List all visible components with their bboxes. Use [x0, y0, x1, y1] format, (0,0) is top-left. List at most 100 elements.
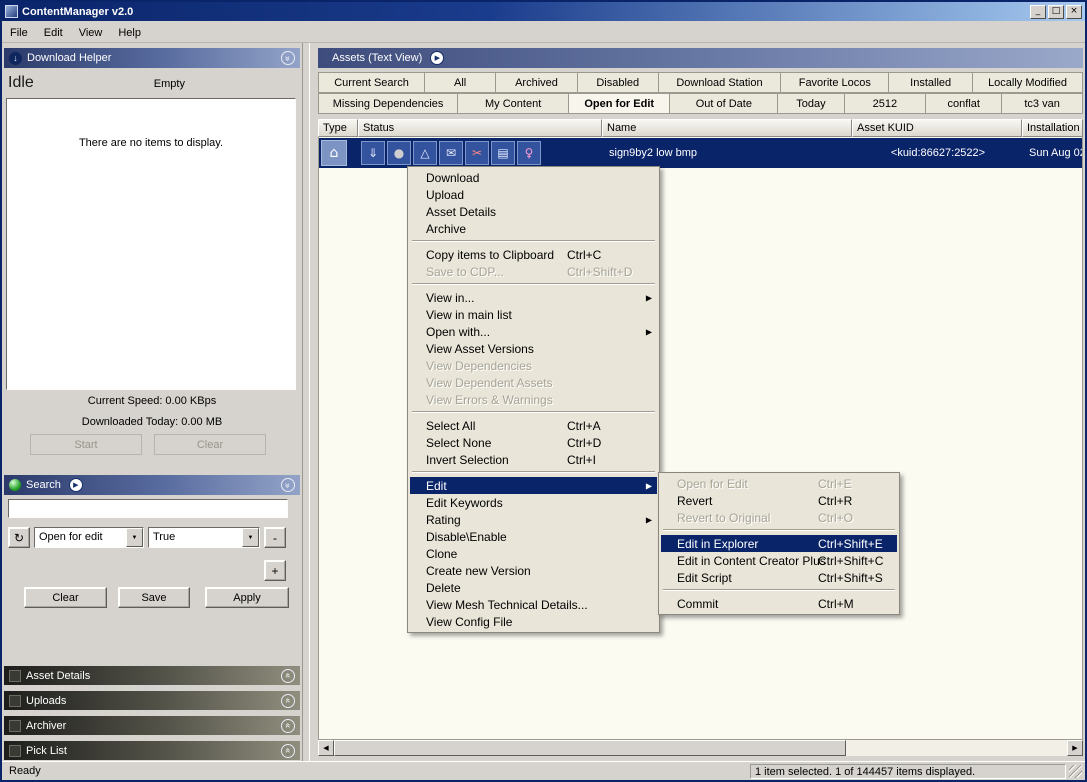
- asset-details-panel-header[interactable]: Asset Details »: [4, 666, 300, 685]
- menu-item-archive[interactable]: Archive: [410, 220, 657, 237]
- column-type[interactable]: Type: [318, 119, 358, 137]
- horizontal-scrollbar[interactable]: ◀ ▶: [318, 740, 1083, 756]
- clear-downloads-button[interactable]: Clear: [154, 434, 266, 455]
- chevron-double-up-icon[interactable]: »: [281, 694, 295, 708]
- submenu-item-edit-in-explorer[interactable]: Edit in Explorer Ctrl+Shift+E: [661, 535, 897, 552]
- menu-edit[interactable]: Edit: [36, 24, 71, 42]
- submenu-item-open-for-edit[interactable]: Open for Edit Ctrl+E: [661, 475, 897, 492]
- download-list[interactable]: There are no items to display.: [6, 98, 296, 390]
- search-clear-button[interactable]: Clear: [24, 587, 107, 608]
- submenu-item-edit-script[interactable]: Edit Script Ctrl+Shift+S: [661, 569, 897, 586]
- menu-item-copy-to-clipboard[interactable]: Copy items to Clipboard Ctrl+C: [410, 246, 657, 263]
- search-value-select[interactable]: True ▼: [148, 527, 260, 548]
- uploads-panel-header[interactable]: Uploads »: [4, 691, 300, 710]
- menu-item-edit[interactable]: Edit ▶: [410, 477, 657, 494]
- tab-today[interactable]: Today: [778, 93, 844, 114]
- tab-download-station[interactable]: Download Station: [659, 72, 782, 93]
- tab-favorite-locos[interactable]: Favorite Locos: [781, 72, 889, 93]
- menu-item-view-in[interactable]: View in... ▶: [410, 289, 657, 306]
- menu-item-view-in-main-list[interactable]: View in main list: [410, 306, 657, 323]
- menu-item-create-new-version[interactable]: Create new Version: [410, 562, 657, 579]
- search-panel-header[interactable]: Search ▶ »: [4, 475, 300, 495]
- chevron-double-up-icon[interactable]: »: [281, 744, 295, 758]
- scrollbar-track[interactable]: [846, 740, 1067, 756]
- column-installation-time[interactable]: Installation Time: [1022, 119, 1083, 137]
- play-icon[interactable]: ▶: [69, 478, 83, 492]
- remove-criteria-button[interactable]: -: [264, 527, 286, 548]
- menu-item-select-none[interactable]: Select None Ctrl+D: [410, 434, 657, 451]
- tab-current-search[interactable]: Current Search: [318, 72, 425, 93]
- downloaded-today: Downloaded Today: 0.00 MB: [2, 416, 302, 428]
- search-history-button[interactable]: ↻: [8, 527, 30, 548]
- maximize-button[interactable]: □: [1048, 5, 1064, 19]
- tab-all[interactable]: All: [425, 72, 496, 93]
- start-button[interactable]: Start: [30, 434, 142, 455]
- column-asset-kuid[interactable]: Asset KUID: [852, 119, 1022, 137]
- tab-my-content[interactable]: My Content: [458, 93, 569, 114]
- menu-item-delete[interactable]: Delete: [410, 579, 657, 596]
- menu-item-upload[interactable]: Upload: [410, 186, 657, 203]
- menu-item-save-to-cdp[interactable]: Save to CDP... Ctrl+Shift+D: [410, 263, 657, 280]
- archiver-panel-header[interactable]: Archiver »: [4, 716, 300, 735]
- tab-locally-modified[interactable]: Locally Modified: [973, 72, 1083, 93]
- tab-out-of-date[interactable]: Out of Date: [670, 93, 778, 114]
- search-input[interactable]: [8, 499, 288, 518]
- close-button[interactable]: ×: [1066, 5, 1082, 19]
- play-icon[interactable]: ▶: [430, 51, 444, 65]
- assets-header[interactable]: Assets (Text View) ▶: [318, 48, 1083, 68]
- search-apply-button[interactable]: Apply: [205, 587, 289, 608]
- chevron-double-up-icon[interactable]: »: [281, 719, 295, 733]
- chevron-down-icon[interactable]: ▼: [242, 528, 259, 547]
- menu-item-open-with[interactable]: Open with... ▶: [410, 323, 657, 340]
- menu-item-edit-keywords[interactable]: Edit Keywords: [410, 494, 657, 511]
- menu-item-download[interactable]: Download: [410, 169, 657, 186]
- add-criteria-button[interactable]: +: [264, 560, 286, 581]
- title-bar[interactable]: ContentManager v2.0 _ □ ×: [2, 2, 1085, 21]
- menu-item-asset-details[interactable]: Asset Details: [410, 203, 657, 220]
- menu-file[interactable]: File: [2, 24, 36, 42]
- search-field-select[interactable]: Open for edit ▼: [34, 527, 144, 548]
- menu-item-select-all[interactable]: Select All Ctrl+A: [410, 417, 657, 434]
- menu-item-view-dependent-assets[interactable]: View Dependent Assets: [410, 374, 657, 391]
- menu-item-view-errors-warnings[interactable]: View Errors & Warnings: [410, 391, 657, 408]
- menu-item-view-asset-versions[interactable]: View Asset Versions: [410, 340, 657, 357]
- search-panel-title: Search: [26, 479, 61, 491]
- chevron-double-down-icon[interactable]: »: [281, 478, 295, 492]
- tab-conflat[interactable]: conflat: [926, 93, 1002, 114]
- submenu-item-edit-in-content-creator-plus[interactable]: Edit in Content Creator Plus Ctrl+Shift+…: [661, 552, 897, 569]
- chevron-double-up-icon[interactable]: »: [281, 669, 295, 683]
- resize-grip[interactable]: [1069, 765, 1082, 778]
- column-name[interactable]: Name: [602, 119, 852, 137]
- menu-item-invert-selection[interactable]: Invert Selection Ctrl+I: [410, 451, 657, 468]
- tab-missing-dependencies[interactable]: Missing Dependencies: [318, 93, 458, 114]
- submenu-item-revert[interactable]: Revert Ctrl+R: [661, 492, 897, 509]
- asset-row-selected[interactable]: ⌂ ⇓ ● △ ✉ ✂ ▤ ♀ sign9by2 low bmp <kuid:8…: [319, 138, 1082, 168]
- pick-list-panel-header[interactable]: Pick List »: [4, 741, 300, 760]
- tab-2512[interactable]: 2512: [845, 93, 927, 114]
- menu-item-view-config-file[interactable]: View Config File: [410, 613, 657, 630]
- menu-item-rating[interactable]: Rating ▶: [410, 511, 657, 528]
- tab-tc3-van[interactable]: tc3 van: [1002, 93, 1083, 114]
- menu-help[interactable]: Help: [110, 24, 149, 42]
- menu-item-clone[interactable]: Clone: [410, 545, 657, 562]
- menu-item-disable-enable[interactable]: Disable\Enable: [410, 528, 657, 545]
- sidebar-splitter[interactable]: [302, 43, 310, 761]
- submenu-item-revert-to-original[interactable]: Revert to Original Ctrl+O: [661, 509, 897, 526]
- submenu-item-commit[interactable]: Commit Ctrl+M: [661, 595, 897, 612]
- download-helper-header[interactable]: ↓ Download Helper »: [4, 48, 300, 68]
- scrollbar-thumb[interactable]: [334, 740, 846, 756]
- scroll-right-icon[interactable]: ▶: [1067, 740, 1083, 756]
- column-status[interactable]: Status: [358, 119, 602, 137]
- scroll-left-icon[interactable]: ◀: [318, 740, 334, 756]
- tab-disabled[interactable]: Disabled: [578, 72, 659, 93]
- tab-archived[interactable]: Archived: [496, 72, 578, 93]
- menu-item-view-dependencies[interactable]: View Dependencies: [410, 357, 657, 374]
- chevron-double-down-icon[interactable]: »: [281, 51, 295, 65]
- minimize-button[interactable]: _: [1030, 5, 1046, 19]
- menu-view[interactable]: View: [71, 24, 111, 42]
- menu-item-view-mesh-details[interactable]: View Mesh Technical Details...: [410, 596, 657, 613]
- tab-open-for-edit[interactable]: Open for Edit: [569, 93, 670, 114]
- chevron-down-icon[interactable]: ▼: [126, 528, 143, 547]
- tab-installed[interactable]: Installed: [889, 72, 973, 93]
- search-save-button[interactable]: Save: [118, 587, 190, 608]
